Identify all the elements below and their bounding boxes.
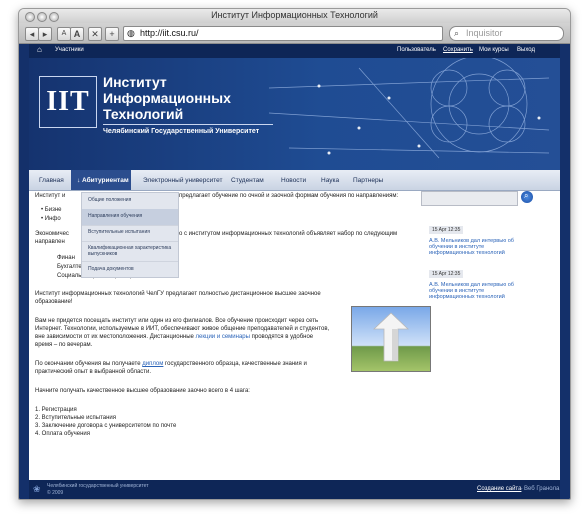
header-banner: IIT Институт Информационных Технологий Ч… [29, 58, 560, 170]
title-line-3: Технологий [103, 106, 184, 122]
menu-item-students[interactable]: Студентам [231, 177, 264, 184]
menu-item-e-university[interactable]: Электронный университет [143, 177, 223, 184]
globe-icon: ◍ [127, 28, 135, 38]
bullet-info: • Инфо [41, 216, 61, 222]
footer-org: Челябинский государственный университет [47, 483, 149, 489]
home-icon[interactable]: ⌂ [37, 45, 42, 54]
dropdown-item-general[interactable]: Общие положения [82, 193, 178, 210]
step-item: 3. Заключение договора с университетом п… [35, 423, 177, 429]
main-menu: Главная ↓ Абитуриентам Электронный униве… [29, 170, 560, 191]
university-logo-icon: ❀ [33, 484, 41, 494]
diploma-line-1: По окончании обучения вы получаете дипло… [35, 361, 307, 367]
intro-start: Институт и [35, 193, 66, 199]
title-divider [103, 124, 273, 125]
larger-text-button[interactable]: A [70, 27, 84, 41]
nav-my-courses[interactable]: Мои курсы [479, 47, 509, 53]
footer-year: © 2009 [47, 490, 64, 496]
credit-link[interactable]: Создание сайта [477, 486, 521, 492]
search-placeholder: Inquisitor [466, 28, 503, 38]
bullet-business: • Бизне [41, 207, 62, 213]
step-item: 4. Оплата обучения [35, 431, 90, 437]
browser-window: Институт Информационных Технологий ◂ ▸ A… [18, 8, 571, 500]
back-button[interactable]: ◂ [25, 27, 39, 41]
news-date: 15 Apr 12:35 [429, 270, 464, 278]
arrow-photo [351, 306, 431, 372]
window-title: Институт Информационных Технологий [211, 10, 378, 20]
paragraph-line-1: Вам не придется посещать институт или од… [35, 318, 319, 324]
applicants-dropdown: Общие положения Направления обучения Вст… [81, 192, 179, 278]
nav-user: Пользователь [397, 47, 436, 53]
iit-logo: IIT [39, 76, 97, 128]
econ-line2: направлен [35, 239, 65, 245]
menu-item-home[interactable]: Главная [39, 177, 64, 184]
diploma-line-2: практический опыт в выбранной области. [35, 369, 152, 375]
add-bookmark-button[interactable]: + [105, 27, 119, 41]
up-arrow-icon [372, 312, 410, 362]
browser-toolbar: ◂ ▸ A A ✕ + ◍ http://iit.csu.ru/ ⌕ Inqui… [19, 23, 570, 44]
nav-logout[interactable]: Выход [517, 47, 535, 53]
title-bar: Институт Информационных Технологий [19, 9, 570, 23]
steps-intro: Начните получать качественное высшее обр… [35, 388, 250, 394]
browser-search-input[interactable]: ⌕ Inquisitor [449, 26, 564, 41]
distance-line-1: Институт информационных технологий ЧелГУ… [35, 291, 321, 297]
nav-participants[interactable]: Участники [55, 47, 84, 53]
step-item: 2. Вступительные испытания [35, 415, 117, 421]
dropdown-item-directions[interactable]: Направления обучения [82, 209, 178, 226]
search-icon: ⌕ [454, 28, 460, 38]
site-search-input[interactable] [421, 191, 518, 206]
econ-end: о с институтом информационных технологий… [179, 231, 398, 237]
dropdown-item-documents[interactable]: Подача документов [82, 262, 178, 278]
distance-line-2: образование! [35, 299, 73, 305]
step-item: 1. Регистрация [35, 407, 77, 413]
address-bar[interactable]: ◍ http://iit.csu.ru/ [123, 26, 443, 41]
news-link[interactable]: А.В. Мельников дал интервью об обучении … [429, 282, 529, 300]
title-line-2: Информационных [103, 90, 231, 106]
stop-button[interactable]: ✕ [88, 27, 102, 41]
intro-end: предлагает обучение по очной и заочной ф… [179, 193, 399, 199]
page: ⌂ Участники Пользователь Сохранить Мои к… [29, 44, 560, 499]
address-url: http://iit.csu.ru/ [140, 28, 199, 38]
menu-item-applicants[interactable]: ↓ Абитуриентам [77, 177, 129, 184]
university-name: Челябинский Государственный Университет [103, 128, 260, 135]
top-navigation: ⌂ Участники Пользователь Сохранить Мои к… [29, 44, 560, 58]
lectures-link[interactable]: лекции и семинары [196, 334, 250, 340]
menu-item-news[interactable]: Новости [281, 177, 306, 184]
menu-item-partners[interactable]: Партнеры [353, 177, 383, 184]
web-content: ⌂ Участники Пользователь Сохранить Мои к… [19, 44, 570, 499]
site-search-button[interactable]: ⌕ [521, 191, 533, 203]
paragraph-line-4: время – по вечерам. [35, 342, 93, 348]
econ-start: Экономичес [35, 231, 69, 237]
dropdown-item-exams[interactable]: Вступительные испытания [82, 225, 178, 242]
institute-title: Институт Информационных Технологий [103, 74, 231, 122]
dropdown-item-qualification[interactable]: Квалификационная характеристика выпускни… [82, 241, 178, 262]
menu-item-science[interactable]: Наука [321, 177, 339, 184]
smaller-text-button[interactable]: A [57, 27, 71, 41]
credit-name: – Веб Гранола [519, 486, 560, 492]
news-date: 15 Apr 12:35 [429, 226, 464, 234]
paragraph-line-3: вне зависимости от их местоположения. Ди… [35, 334, 314, 340]
title-line-1: Институт [103, 74, 167, 90]
search-icon: ⌕ [524, 191, 529, 200]
paragraph-line-2: Интернет. Технологии, используемые в ИИТ… [35, 326, 330, 332]
diploma-link[interactable]: диплом [142, 361, 163, 367]
nav-save[interactable]: Сохранить [443, 47, 473, 53]
footer: ❀ Челябинский государственный университе… [29, 480, 560, 499]
forward-button[interactable]: ▸ [38, 27, 52, 41]
news-link[interactable]: А.В. Мельников дал интервью об обучении … [429, 238, 529, 256]
program-finance: Финан [57, 255, 75, 261]
